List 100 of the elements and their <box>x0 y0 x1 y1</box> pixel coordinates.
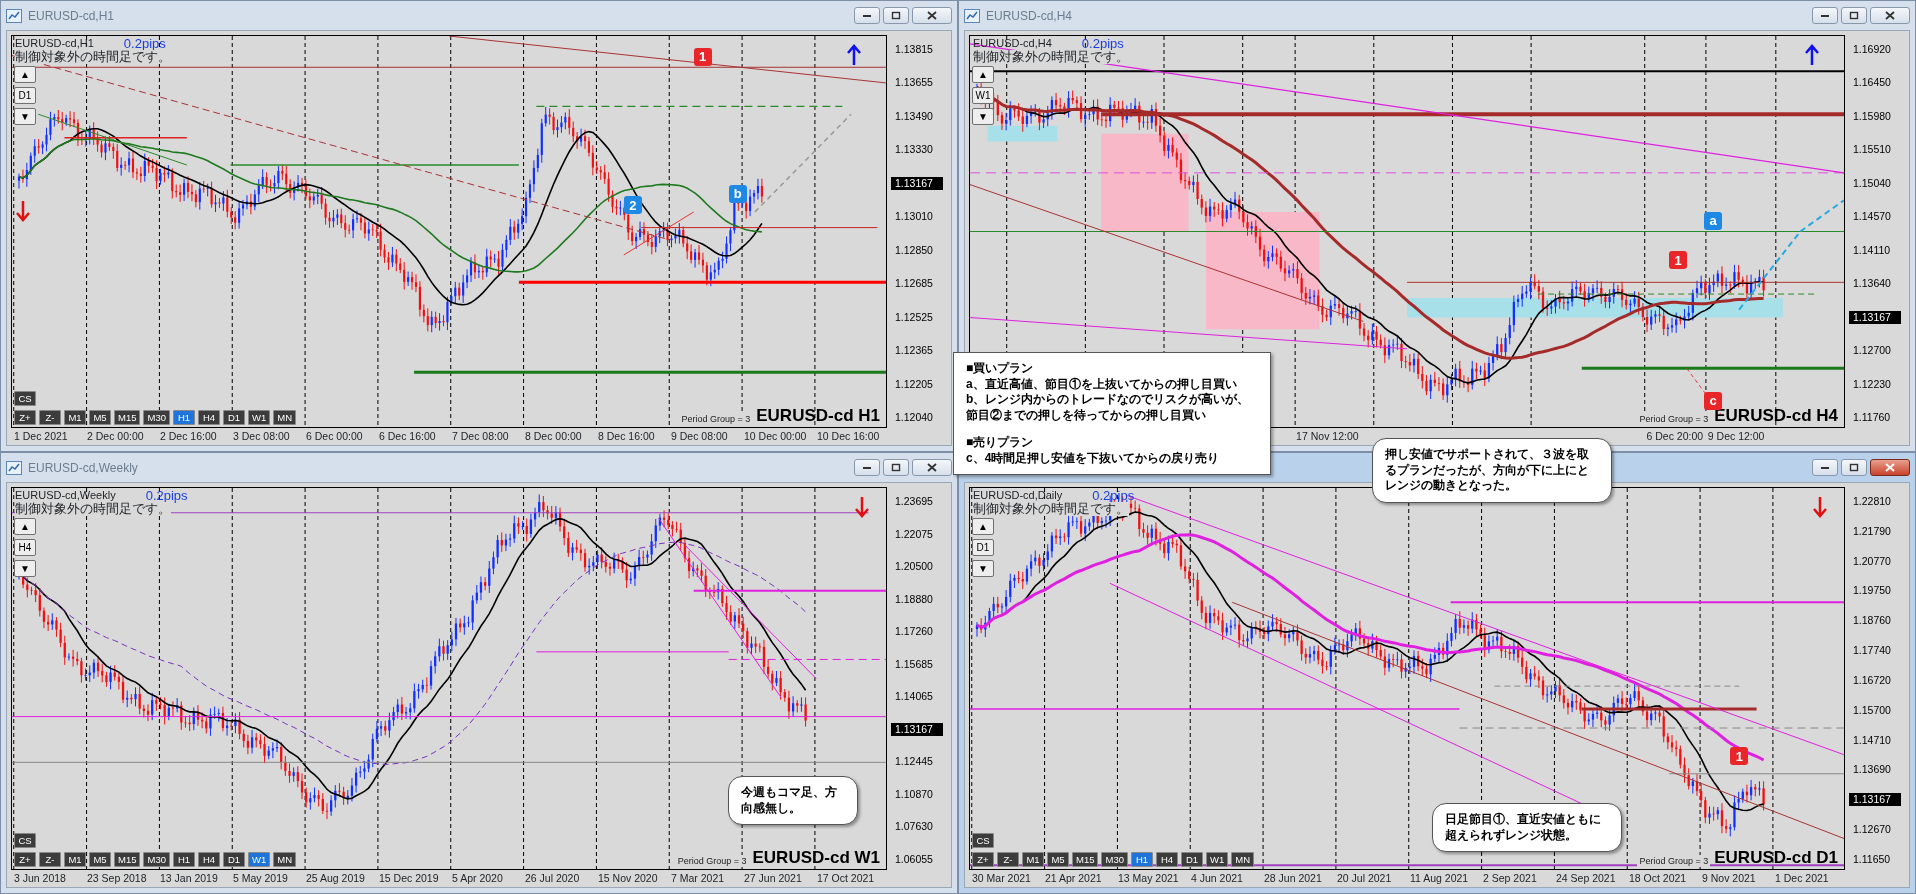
side-button[interactable]: D1 <box>972 539 994 556</box>
side-button[interactable]: ▲ <box>14 518 36 535</box>
timeframe-button[interactable]: MN <box>1231 852 1254 867</box>
cs-button[interactable]: CS <box>14 833 36 848</box>
side-button[interactable]: ▼ <box>14 108 36 125</box>
timeframe-button[interactable]: M1 <box>1022 852 1044 867</box>
side-button[interactable]: ▲ <box>972 518 994 535</box>
chart-symbol-title: EURUSD-cd H4 <box>1714 407 1838 425</box>
side-button[interactable]: D1 <box>14 87 36 104</box>
period-group-label: Period Group = 3 <box>1637 855 1711 867</box>
close-button[interactable] <box>1870 7 1910 24</box>
time-label: 2 Dec 16:00 <box>159 429 217 444</box>
timeframe-button[interactable]: H1 <box>1130 852 1153 867</box>
notice-text: 制御対象外の時間足です。 <box>973 502 1129 516</box>
callout-text: b、レンジ内からのトレードなのでリスクが高いが、節目②までの押しを待ってからの押し目買い <box>966 392 1251 423</box>
timeframe-button[interactable]: Z- <box>39 410 61 425</box>
timeframe-button[interactable]: H4 <box>1155 852 1178 867</box>
timeframe-button[interactable]: H1 <box>172 410 195 425</box>
price-label: 1.13010 <box>894 210 934 224</box>
timeframe-button[interactable]: Z- <box>39 852 61 867</box>
timeframe-button[interactable]: D1 <box>222 410 245 425</box>
side-button[interactable]: ▲ <box>14 66 36 83</box>
timeframe-button[interactable]: M30 <box>143 852 170 867</box>
price-label: 1.12685 <box>894 277 934 291</box>
price-label: 1.13330 <box>894 143 934 157</box>
price-label: 1.14570 <box>1852 210 1892 224</box>
price-label: 1.11650 <box>1852 852 1892 866</box>
close-button[interactable] <box>1870 459 1910 476</box>
restore-button[interactable] <box>883 7 909 24</box>
timeframe-button[interactable]: M15 <box>114 410 141 425</box>
callout-text: 日足節目①、直近安値ともに超えられずレンジ状態。 <box>1445 812 1602 843</box>
minimize-button[interactable] <box>1812 7 1838 24</box>
timeframe-button[interactable]: M5 <box>89 410 111 425</box>
time-label: 3 Dec 08:00 <box>232 429 290 444</box>
minimize-button[interactable] <box>1812 459 1838 476</box>
timeframe-button[interactable]: Z+ <box>14 852 36 867</box>
chart-symbol-label: EURUSD-cd,H1 <box>15 37 94 49</box>
minimize-button[interactable] <box>854 459 880 476</box>
timeframe-button[interactable]: W1 <box>1205 852 1229 867</box>
timeframe-button[interactable]: M1 <box>64 410 86 425</box>
spread-label: 0.2pips <box>1081 37 1124 50</box>
time-label: 6 Dec 16:00 <box>378 429 436 444</box>
down-arrow-icon <box>1813 495 1828 518</box>
timeframe-button[interactable]: D1 <box>1180 852 1203 867</box>
side-button[interactable]: ▼ <box>972 108 994 125</box>
chart-symbol-title: EURUSD-cd H1 <box>756 407 880 425</box>
side-button[interactable]: ▼ <box>972 560 994 577</box>
timeframe-button[interactable]: W1 <box>247 410 271 425</box>
timeframe-button[interactable]: MN <box>273 410 296 425</box>
timeframe-button[interactable]: M30 <box>1101 852 1128 867</box>
timeframe-button[interactable]: H4 <box>197 852 220 867</box>
time-label: 6 Dec 00:00 <box>305 429 363 444</box>
price-label: 1.12365 <box>894 344 934 358</box>
cs-button[interactable]: CS <box>972 833 994 848</box>
callout-text: a、直近高値、節目①を上抜いてからの押し目買い <box>966 376 1238 392</box>
minimize-button[interactable] <box>854 7 880 24</box>
chart-symbol-label: EURUSD-cd,Weekly <box>15 489 116 501</box>
timeframe-button[interactable]: MN <box>273 852 296 867</box>
side-button[interactable]: H4 <box>14 539 36 556</box>
side-button[interactable]: W1 <box>972 87 994 104</box>
price-label: 1.14065 <box>894 690 934 704</box>
timeframe-button[interactable]: H1 <box>172 852 195 867</box>
timeframe-button[interactable]: Z+ <box>14 410 36 425</box>
timeframe-button[interactable]: W1 <box>247 852 271 867</box>
price-label: 1.17260 <box>894 625 934 639</box>
side-button[interactable]: ▼ <box>14 560 36 577</box>
timeframe-button[interactable]: M15 <box>114 852 141 867</box>
time-label: 23 Sep 2018 <box>86 871 147 886</box>
period-group-label: Period Group = 3 <box>1637 413 1711 425</box>
timeframe-button[interactable]: M15 <box>1072 852 1099 867</box>
price-label: 1.12230 <box>1852 377 1892 391</box>
timeframe-button[interactable]: M30 <box>143 410 170 425</box>
timeframe-button[interactable]: D1 <box>222 852 245 867</box>
time-label: 17 Nov 12:00 <box>1295 429 1359 444</box>
time-label: 18 Oct 2021 <box>1628 871 1687 886</box>
restore-button[interactable] <box>1841 459 1867 476</box>
level-marker: a <box>1704 211 1723 230</box>
timeframe-button[interactable]: Z- <box>997 852 1019 867</box>
price-label: 1.22075 <box>894 527 934 541</box>
restore-button[interactable] <box>1841 7 1867 24</box>
timeframe-button[interactable]: M1 <box>64 852 86 867</box>
timeframe-button[interactable]: H4 <box>197 410 220 425</box>
timeframe-button[interactable]: Z+ <box>972 852 994 867</box>
price-label: 1.12670 <box>1852 823 1892 837</box>
timeframe-button[interactable]: M5 <box>89 852 111 867</box>
period-group-label: Period Group = 3 <box>675 855 749 867</box>
restore-button[interactable] <box>883 459 909 476</box>
close-button[interactable] <box>912 7 952 24</box>
level-marker: 1 <box>693 47 712 66</box>
side-button[interactable]: ▲ <box>972 66 994 83</box>
level-marker: b <box>728 184 747 203</box>
time-label: 30 Mar 2021 <box>971 871 1031 886</box>
close-button[interactable] <box>912 459 952 476</box>
cs-button[interactable]: CS <box>14 391 36 406</box>
up-arrow-icon <box>1804 43 1819 66</box>
price-label: 1.14710 <box>1852 733 1892 747</box>
time-label: 13 May 2021 <box>1117 871 1179 886</box>
price-label: 1.20770 <box>1852 554 1892 568</box>
timeframe-button[interactable]: M5 <box>1047 852 1069 867</box>
time-label: 26 Jul 2020 <box>524 871 580 886</box>
